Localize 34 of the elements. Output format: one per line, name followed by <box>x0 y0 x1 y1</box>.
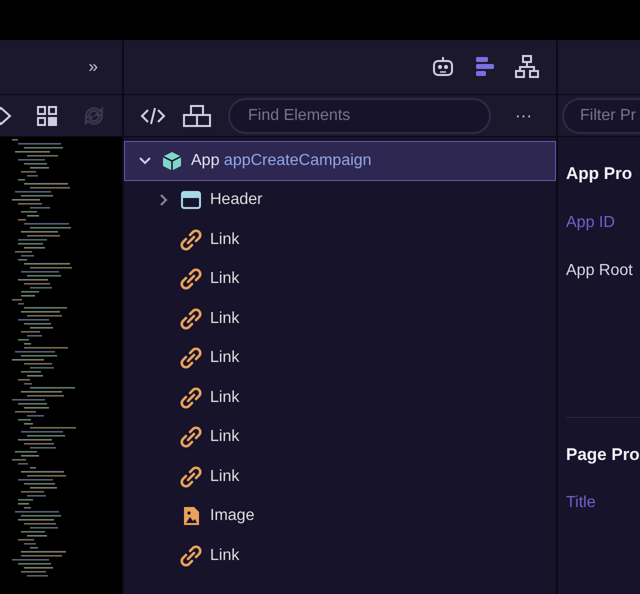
section-title: App Pro <box>566 163 634 185</box>
link-icon <box>180 347 202 370</box>
tree-item[interactable]: Link <box>124 220 556 260</box>
tree-item[interactable]: Image <box>124 496 556 536</box>
link-icon <box>180 268 202 290</box>
collapse-icon[interactable]: » <box>88 54 98 80</box>
link-icon <box>180 386 202 409</box>
property-link[interactable]: Title <box>566 491 640 515</box>
link-icon <box>180 544 202 567</box>
diamond-icon[interactable] <box>0 104 12 126</box>
boxes-icon[interactable] <box>182 104 212 128</box>
link-icon <box>180 228 202 251</box>
tree-item[interactable]: Link <box>124 260 556 299</box>
link-icon <box>180 466 202 488</box>
sitemap-icon[interactable] <box>514 54 540 80</box>
tree-item[interactable]: Link <box>124 378 556 418</box>
tree-item[interactable]: Link <box>124 418 556 457</box>
property-label: App Root <box>566 260 634 280</box>
tree-item[interactable]: App appCreateCampaign <box>124 141 556 180</box>
tree-item[interactable]: Header <box>124 180 556 220</box>
cube-icon <box>161 150 183 172</box>
section-title: Page Pro <box>566 444 640 466</box>
tree-item[interactable]: Link <box>124 299 556 338</box>
tree-item[interactable]: Link <box>124 536 556 576</box>
qr-code-icon[interactable] <box>36 104 58 126</box>
filter-field[interactable]: Filter Pr <box>562 98 640 134</box>
tree-item[interactable]: Link <box>124 457 556 496</box>
window-icon <box>180 189 202 212</box>
search-field[interactable]: Find Elements <box>228 98 492 134</box>
more-button[interactable]: ··· <box>507 102 540 128</box>
link-icon <box>180 308 202 330</box>
property-link[interactable]: App ID <box>566 210 640 234</box>
link-icon <box>180 426 202 448</box>
tree-item[interactable]: Link <box>124 338 556 378</box>
